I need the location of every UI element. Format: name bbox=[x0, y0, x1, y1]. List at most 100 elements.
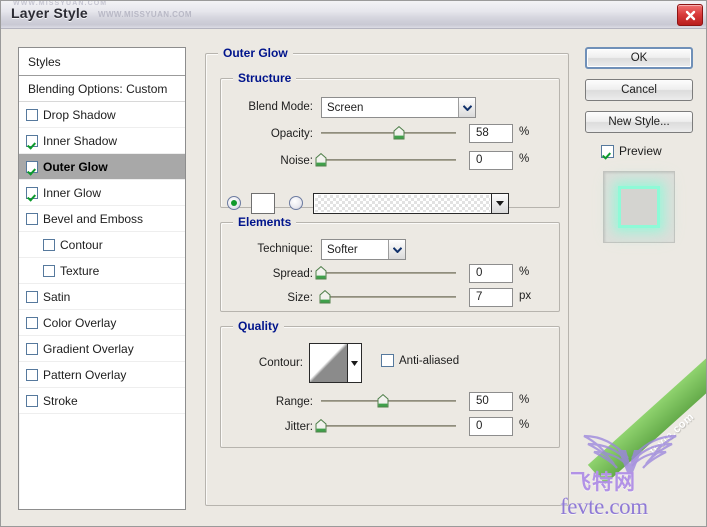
jitter-slider-track bbox=[321, 425, 456, 427]
chevron-down-icon[interactable] bbox=[491, 194, 508, 213]
effect-item-outer-glow[interactable]: Outer Glow bbox=[19, 154, 185, 180]
opacity-input[interactable]: 58 bbox=[469, 124, 513, 143]
effect-checkbox[interactable] bbox=[26, 160, 38, 173]
effect-checkbox[interactable] bbox=[26, 212, 38, 225]
blending-options-item[interactable]: Blending Options: Custom bbox=[19, 76, 185, 102]
gradient-picker[interactable] bbox=[313, 193, 509, 214]
preview-checkbox-box bbox=[601, 144, 614, 158]
effect-item-color-overlay[interactable]: Color Overlay bbox=[19, 310, 185, 336]
jitter-slider[interactable] bbox=[315, 418, 456, 434]
new-style-button[interactable]: New Style... bbox=[585, 111, 693, 133]
effect-label: Outer Glow bbox=[43, 159, 108, 174]
outer-glow-title: Outer Glow bbox=[218, 46, 293, 60]
quality-group: Quality Contour: Anti-aliased Range: 50 … bbox=[220, 319, 560, 448]
opacity-label: Opacity: bbox=[270, 128, 313, 140]
fill-gradient-radio[interactable] bbox=[289, 196, 303, 210]
noise-unit: % bbox=[519, 153, 530, 165]
contour-thumbnail bbox=[310, 344, 347, 382]
right-button-panel: OK Cancel New Style... Preview bbox=[585, 47, 695, 510]
size-slider-thumb[interactable] bbox=[319, 290, 331, 304]
preview-label: Preview bbox=[619, 144, 662, 158]
effect-checkbox[interactable] bbox=[26, 368, 38, 381]
effect-checkbox[interactable] bbox=[26, 394, 38, 407]
structure-title: Structure bbox=[233, 71, 297, 85]
anti-aliased-checkbox-box bbox=[381, 354, 394, 367]
effect-item-gradient-overlay[interactable]: Gradient Overlay bbox=[19, 336, 185, 362]
effect-checkbox[interactable] bbox=[26, 108, 38, 121]
effect-checkbox[interactable] bbox=[26, 186, 38, 199]
noise-slider-thumb[interactable] bbox=[315, 153, 327, 167]
technique-value: Softer bbox=[327, 243, 358, 256]
anti-aliased-checkbox[interactable]: Anti-aliased bbox=[381, 354, 459, 367]
effect-label: Satin bbox=[43, 289, 71, 304]
effect-item-contour[interactable]: Contour bbox=[19, 232, 185, 258]
noise-input[interactable]: 0 bbox=[469, 151, 513, 170]
effect-item-satin[interactable]: Satin bbox=[19, 284, 185, 310]
opacity-slider[interactable] bbox=[321, 125, 456, 141]
effect-label: Inner Shadow bbox=[43, 133, 118, 148]
spread-slider[interactable] bbox=[315, 265, 456, 281]
effect-item-inner-shadow[interactable]: Inner Shadow bbox=[19, 128, 185, 154]
anti-aliased-label: Anti-aliased bbox=[399, 354, 460, 367]
size-label: Size: bbox=[287, 292, 313, 304]
effect-checkbox[interactable] bbox=[26, 342, 38, 355]
jitter-unit: % bbox=[519, 419, 530, 431]
effect-checkbox[interactable] bbox=[26, 134, 38, 147]
effect-checkbox[interactable] bbox=[26, 290, 38, 303]
preview-checkbox[interactable]: Preview bbox=[601, 144, 662, 158]
noise-slider[interactable] bbox=[315, 152, 456, 168]
technique-label: Technique: bbox=[257, 243, 313, 255]
effect-label: Drop Shadow bbox=[43, 107, 116, 122]
range-input[interactable]: 50 bbox=[469, 392, 513, 411]
effect-label: Stroke bbox=[43, 393, 78, 408]
jitter-label: Jitter: bbox=[284, 421, 313, 433]
opacity-unit: % bbox=[519, 126, 530, 138]
size-unit: px bbox=[519, 290, 532, 302]
contour-picker[interactable] bbox=[309, 343, 362, 383]
effect-item-stroke[interactable]: Stroke bbox=[19, 388, 185, 414]
title-bar[interactable]: WWW.MISSYUAN.COM Layer Style WWW.MISSYUA… bbox=[1, 1, 706, 29]
quality-title: Quality bbox=[233, 319, 284, 333]
styles-panel: Styles Blending Options: Custom Drop Sha… bbox=[18, 47, 186, 510]
effects-list: Drop Shadow Inner Shadow Outer Glow Inner G… bbox=[19, 102, 185, 414]
effect-checkbox[interactable] bbox=[26, 316, 38, 329]
range-unit: % bbox=[519, 394, 530, 406]
opacity-slider-track bbox=[321, 132, 456, 134]
ok-button[interactable]: OK bbox=[585, 47, 693, 69]
size-input[interactable]: 7 bbox=[469, 288, 513, 307]
technique-dropdown[interactable]: Softer bbox=[321, 239, 406, 260]
effect-label: Color Overlay bbox=[43, 315, 117, 330]
spread-slider-thumb[interactable] bbox=[315, 266, 327, 280]
blend-mode-dropdown[interactable]: Screen bbox=[321, 97, 476, 118]
range-slider[interactable] bbox=[321, 393, 456, 409]
structure-group: Structure Blend Mode: Screen Opacity: 58… bbox=[220, 71, 560, 214]
close-icon[interactable] bbox=[677, 4, 703, 26]
effect-checkbox[interactable] bbox=[43, 238, 55, 251]
range-slider-thumb[interactable] bbox=[377, 394, 389, 408]
cancel-button[interactable]: Cancel bbox=[585, 79, 693, 101]
chevron-down-icon[interactable] bbox=[347, 344, 361, 382]
blend-mode-value: Screen bbox=[327, 101, 364, 114]
jitter-slider-thumb[interactable] bbox=[315, 419, 327, 433]
effect-item-drop-shadow[interactable]: Drop Shadow bbox=[19, 102, 185, 128]
preview-thumbnail bbox=[603, 171, 675, 243]
styles-panel-header: Styles bbox=[19, 48, 185, 76]
size-slider[interactable] bbox=[319, 289, 456, 305]
blend-mode-label: Blend Mode: bbox=[248, 101, 313, 113]
effect-item-inner-glow[interactable]: Inner Glow bbox=[19, 180, 185, 206]
glow-color-swatch[interactable] bbox=[251, 193, 275, 214]
effect-item-texture[interactable]: Texture bbox=[19, 258, 185, 284]
effect-item-pattern-overlay[interactable]: Pattern Overlay bbox=[19, 362, 185, 388]
fill-color-radio[interactable] bbox=[227, 196, 241, 210]
effect-label: Inner Glow bbox=[43, 185, 102, 200]
opacity-slider-thumb[interactable] bbox=[393, 126, 405, 140]
jitter-input[interactable]: 0 bbox=[469, 417, 513, 436]
noise-slider-track bbox=[321, 159, 456, 161]
noise-label: Noise: bbox=[280, 155, 313, 167]
title-watermark: WWW.MISSYUAN.COM bbox=[98, 10, 192, 19]
effect-item-bevel-and-emboss[interactable]: Bevel and Emboss bbox=[19, 206, 185, 232]
effect-checkbox[interactable] bbox=[43, 264, 55, 277]
effect-label: Texture bbox=[60, 263, 100, 278]
spread-input[interactable]: 0 bbox=[469, 264, 513, 283]
window-title: Layer Style bbox=[11, 5, 88, 21]
